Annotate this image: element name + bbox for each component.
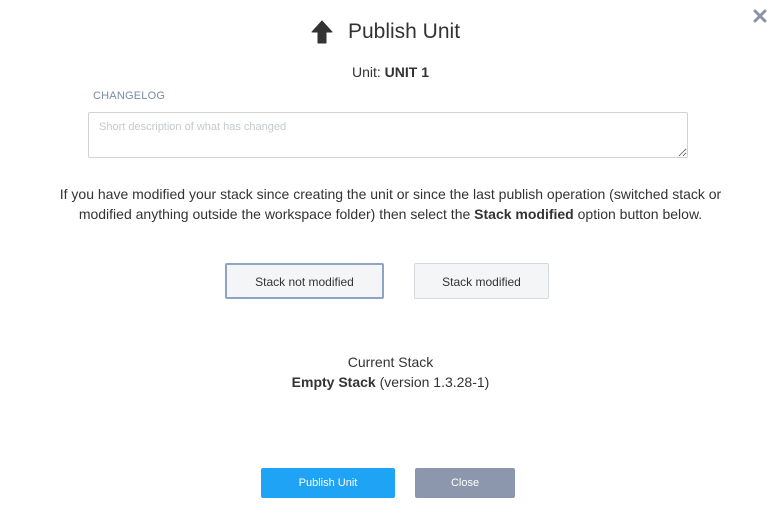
close-button[interactable]: Close <box>415 468 515 498</box>
stack-instructions: If you have modified your stack since cr… <box>40 184 741 224</box>
instructions-emphasis: Stack modified <box>474 206 574 222</box>
instructions-text-after: option button below. <box>573 206 703 222</box>
unit-name: UNIT 1 <box>384 64 430 80</box>
stack-modified-button[interactable]: Stack modified <box>414 263 549 299</box>
unit-label: Unit: <box>351 64 381 80</box>
dialog-header: Publish Unit <box>0 20 781 44</box>
current-stack-value: Empty Stack (version 1.3.28-1) <box>0 374 781 390</box>
stack-not-modified-button[interactable]: Stack not modified <box>225 263 384 299</box>
publish-unit-button[interactable]: Publish Unit <box>261 468 395 498</box>
dialog-title: Publish Unit <box>347 20 461 43</box>
changelog-label: CHANGELOG <box>93 90 166 102</box>
stack-version: (version 1.3.28-1) <box>379 374 490 390</box>
unit-info: Unit: UNIT 1 <box>0 64 781 80</box>
changelog-input[interactable] <box>88 112 688 158</box>
stack-name: Empty Stack <box>291 374 376 390</box>
arrow-up-icon <box>311 20 333 44</box>
current-stack-label: Current Stack <box>347 354 434 370</box>
